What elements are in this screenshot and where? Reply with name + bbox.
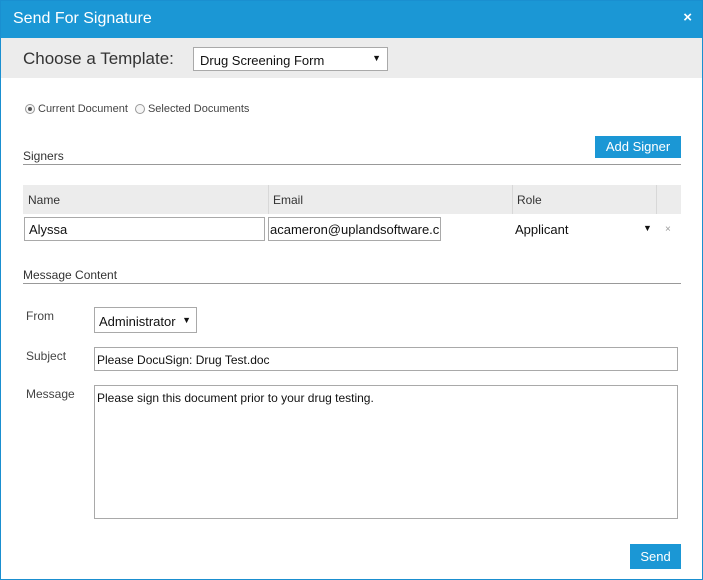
from-label: From [26,309,54,323]
chevron-down-icon: ▼ [182,315,191,325]
column-divider [268,185,269,214]
signers-section-title: Signers [23,149,64,163]
message-section-title: Message Content [23,268,118,282]
column-header-email: Email [273,193,304,207]
signer-role-value: Applicant [515,222,569,237]
radio-unselected-icon [134,104,145,114]
signer-email-input[interactable]: acameron@uplandsoftware.c [268,217,441,241]
column-header-role: Role [517,193,542,207]
subject-input[interactable]: Please DocuSign: Drug Test.doc [94,347,678,371]
column-header-name: Name [28,193,61,207]
template-bar: Choose a Template: Drug Screening Form ▼ [1,38,702,78]
radio-selected-icon [25,104,35,114]
message-label: Message [26,387,75,401]
message-divider [23,283,681,284]
from-select-value: Administrator [99,314,176,329]
template-select[interactable]: Drug Screening Form ▼ [193,47,388,71]
remove-signer-icon[interactable]: × [665,224,671,235]
from-select[interactable]: Administrator ▼ [94,307,197,333]
signers-table-header: Name Email Role [23,185,681,214]
radio-current-document[interactable]: Current Document [25,103,128,115]
dialog-titlebar: Send For Signature × [1,1,702,38]
close-icon[interactable]: × [683,9,692,26]
document-scope-radios: Current Document Selected Documents [25,103,249,115]
message-value: Please sign this document prior to your … [97,391,374,405]
message-textarea[interactable]: Please sign this document prior to your … [94,385,678,519]
subject-value: Please DocuSign: Drug Test.doc [97,353,270,367]
send-button[interactable]: Send [630,544,681,569]
template-select-value: Drug Screening Form [200,53,325,68]
signer-role-select[interactable]: Applicant ▼ [515,222,655,238]
signers-divider [23,164,681,165]
signer-name-input[interactable]: Alyssa [24,217,265,241]
subject-label: Subject [26,349,67,363]
radio-current-document-label: Current Document [38,103,128,115]
signer-email-value: acameron@uplandsoftware.c [270,222,440,237]
chevron-down-icon: ▼ [643,223,652,233]
dialog-title: Send For Signature [13,10,152,27]
column-divider [656,185,657,214]
radio-selected-documents[interactable]: Selected Documents [134,103,250,115]
add-signer-button[interactable]: Add Signer [595,136,681,158]
template-label: Choose a Template: [23,49,174,68]
send-for-signature-dialog: Send For Signature × Choose a Template: … [0,0,703,580]
column-divider [512,185,513,214]
signer-name-value: Alyssa [29,222,68,237]
chevron-down-icon: ▼ [372,53,381,63]
radio-selected-documents-label: Selected Documents [147,103,250,115]
